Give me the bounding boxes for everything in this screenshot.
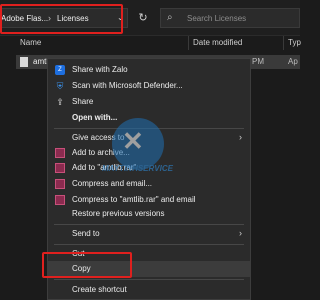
zalo-icon: Z <box>55 65 65 75</box>
column-divider[interactable] <box>283 36 284 50</box>
address-toolbar: Adobe Flas... › Licenses ⌄ ↻ ⌕ Search Li… <box>0 0 300 36</box>
dll-file-icon <box>20 57 28 67</box>
menu-separator <box>54 224 244 225</box>
menu-separator <box>54 244 244 245</box>
menu-item-compress-email[interactable]: Compress and email... <box>48 176 250 192</box>
highlight-box-address <box>0 4 123 34</box>
refresh-icon[interactable]: ↻ <box>135 10 151 26</box>
column-header-name[interactable]: Name <box>20 38 41 47</box>
menu-item-share[interactable]: ⇪ Share <box>48 94 250 110</box>
menu-separator <box>54 279 244 280</box>
column-header-row: Name Date modified Typ <box>0 36 301 50</box>
menu-item-send-to[interactable]: Send to › <box>48 226 250 242</box>
winrar-icon <box>55 195 65 205</box>
menu-item-restore-versions[interactable]: Restore previous versions <box>48 206 250 222</box>
watermark-text: MAYTINHSERVICE <box>102 164 173 173</box>
winrar-icon <box>55 179 65 189</box>
winrar-icon <box>55 163 65 173</box>
search-placeholder: Search Licenses <box>187 14 247 23</box>
menu-item-create-shortcut[interactable]: Create shortcut <box>48 282 250 298</box>
winrar-icon <box>55 148 65 158</box>
chevron-right-icon: › <box>239 132 242 142</box>
search-icon: ⌕ <box>167 12 173 23</box>
column-header-type[interactable]: Typ <box>288 38 301 47</box>
menu-item-scan-defender[interactable]: ⛨ Scan with Microsoft Defender... <box>48 78 250 94</box>
column-header-date[interactable]: Date modified <box>193 38 242 47</box>
search-input[interactable]: ⌕ Search Licenses <box>160 8 300 28</box>
file-type: Ap <box>288 57 298 66</box>
watermark-logo: ✕ MAYTINHSERVICE <box>102 118 182 178</box>
shield-icon: ⛨ <box>56 81 64 91</box>
menu-item-share-zalo[interactable]: Z Share with Zalo <box>48 62 250 78</box>
tools-icon: ✕ <box>122 126 144 156</box>
share-icon: ⇪ <box>56 97 64 107</box>
column-divider[interactable] <box>188 36 189 50</box>
chevron-right-icon: › <box>239 228 242 238</box>
highlight-box-copy <box>42 252 132 278</box>
